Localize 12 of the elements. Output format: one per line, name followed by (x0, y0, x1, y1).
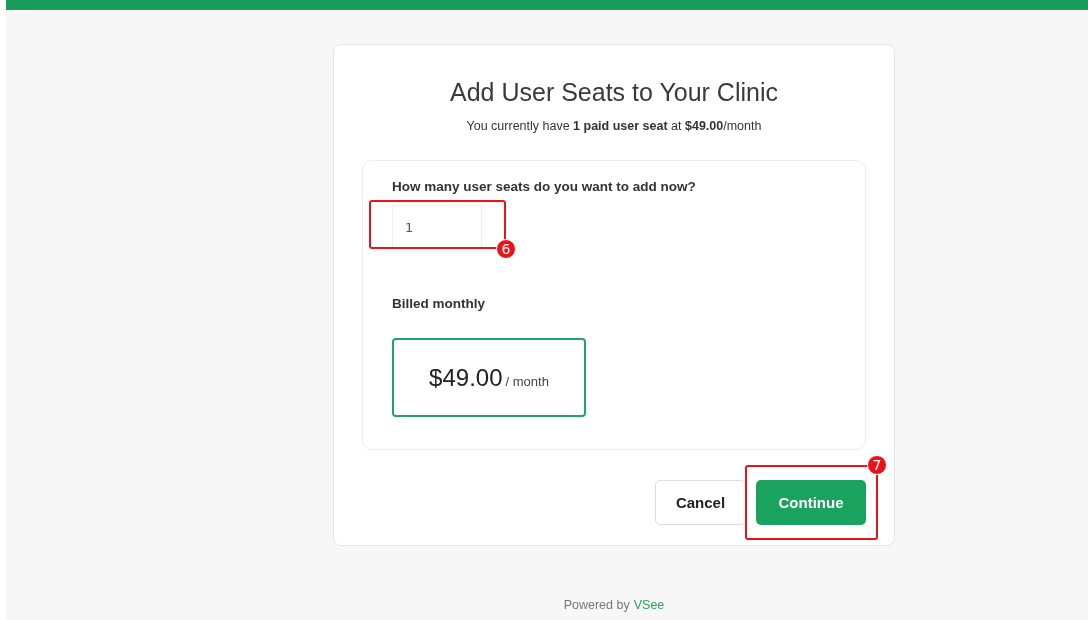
subtitle-text: You currently have 1 paid user seat at $49.00/month (466, 119, 762, 133)
step-badge: 7 (867, 455, 887, 475)
price-amount: $49.00 (429, 364, 503, 392)
seats-label: How many user seats do you want to add now? (392, 179, 696, 194)
step-badge: 6 (496, 239, 516, 259)
dialog-title: Add User Seats to Your Clinic (450, 78, 778, 107)
billing-label: Billed monthly (392, 296, 485, 311)
cancel-button[interactable]: Cancel (655, 480, 746, 525)
price-period: / month (505, 374, 549, 389)
footer-text: Powered by (563, 598, 630, 612)
price-option[interactable]: $49.00/ month (392, 338, 586, 417)
seats-input[interactable]: 1 (392, 205, 482, 249)
